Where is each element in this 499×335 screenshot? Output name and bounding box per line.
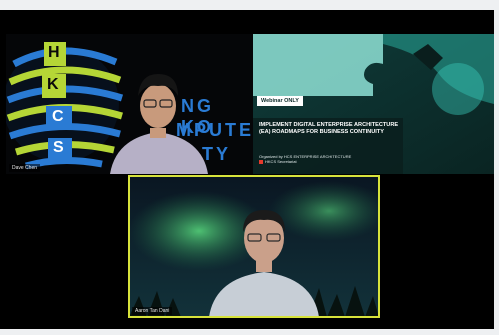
hkcs-mark-icon	[259, 159, 263, 164]
logo-text-line3: TY	[202, 144, 232, 164]
slide-title: IMPLEMENT DIGITAL ENTERPRISE ARCHITECTUR…	[259, 122, 399, 135]
window-bottom-border	[0, 329, 499, 335]
shared-screen-tile[interactable]: Webinar ONLY IMPLEMENT DIGITAL ENTERPRIS…	[253, 34, 494, 174]
webinar-badge: Webinar ONLY	[257, 96, 303, 106]
video-tile-dave[interactable]: H K C S NG KO MPUTE TY Dave Chen	[6, 34, 253, 174]
window-top-border	[0, 0, 499, 10]
window-right-border	[494, 0, 499, 335]
logo-letter-s: S	[53, 139, 64, 156]
logo-letter-c: C	[52, 108, 64, 125]
logo-letter-k: K	[47, 76, 59, 93]
slide-organizer: Organized by HCS ENTERPRISE ARCHITECTURE…	[259, 154, 399, 164]
logo-letter-h: H	[48, 44, 60, 61]
secretariat-line: HKCS Secretariat	[265, 159, 297, 164]
video-tile-aaron-active[interactable]: Aaron Tan Dani	[128, 175, 380, 318]
aurora-background	[129, 176, 379, 317]
logo-text-line2: MPUTE	[176, 120, 253, 140]
participant-name: Aaron Tan Dani	[132, 307, 173, 315]
participant-name: Dave Chen	[9, 164, 41, 172]
